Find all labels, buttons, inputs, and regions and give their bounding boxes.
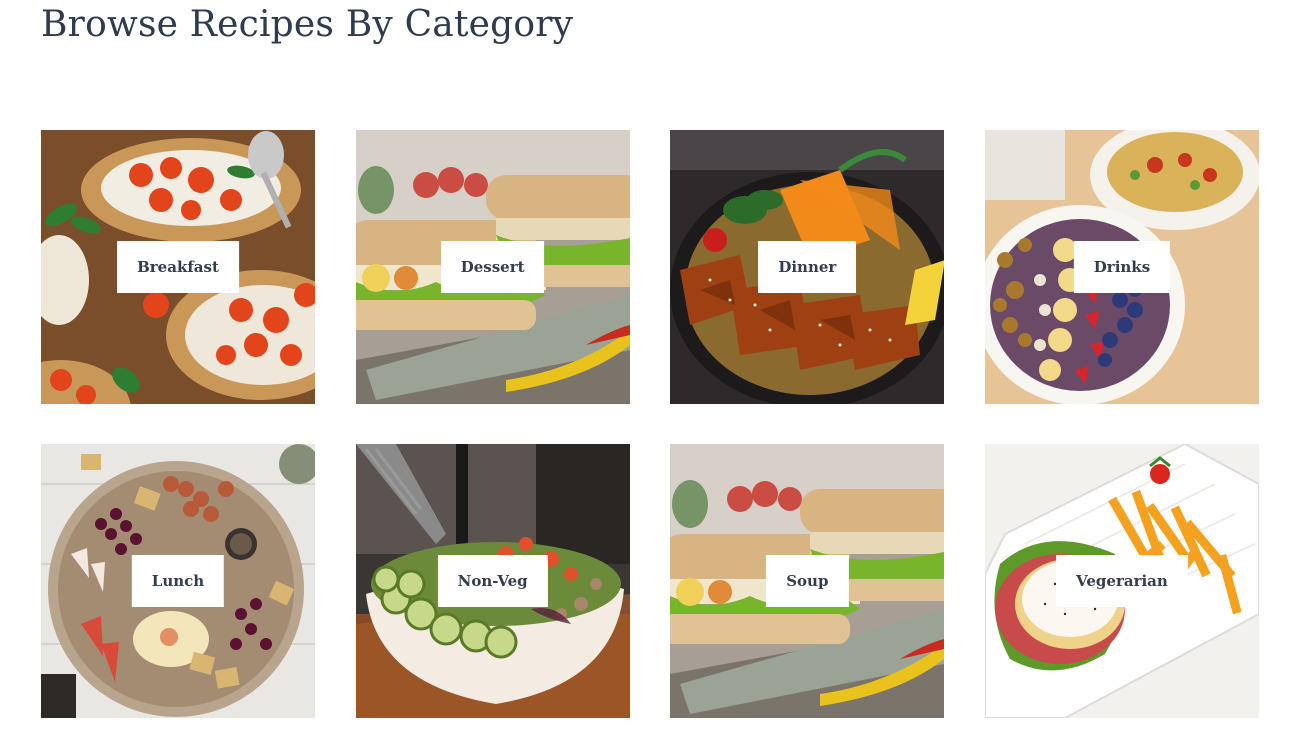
- category-label: Vegerarian: [1056, 555, 1188, 607]
- category-label: Non-Veg: [437, 555, 548, 607]
- category-card-dinner[interactable]: Dinner: [670, 130, 945, 404]
- category-card-soup[interactable]: Soup: [670, 444, 945, 718]
- page-title: Browse Recipes By Category: [41, 4, 574, 45]
- category-label: Breakfast: [117, 241, 239, 293]
- category-label: Lunch: [131, 555, 225, 607]
- category-card-breakfast[interactable]: Breakfast: [41, 130, 315, 404]
- category-card-dessert[interactable]: Dessert: [355, 130, 630, 404]
- category-label: Soup: [766, 555, 849, 607]
- category-card-lunch[interactable]: Lunch: [41, 444, 315, 718]
- category-label: Drinks: [1073, 241, 1171, 293]
- category-card-vegerarian[interactable]: Vegerarian: [984, 444, 1259, 718]
- category-grid: Breakfast Dessert Dinner Drinks Lunch No…: [41, 130, 1259, 718]
- category-label: Dinner: [758, 241, 857, 293]
- category-card-drinks[interactable]: Drinks: [984, 130, 1259, 404]
- category-label: Dessert: [440, 241, 545, 293]
- category-card-non-veg[interactable]: Non-Veg: [355, 444, 630, 718]
